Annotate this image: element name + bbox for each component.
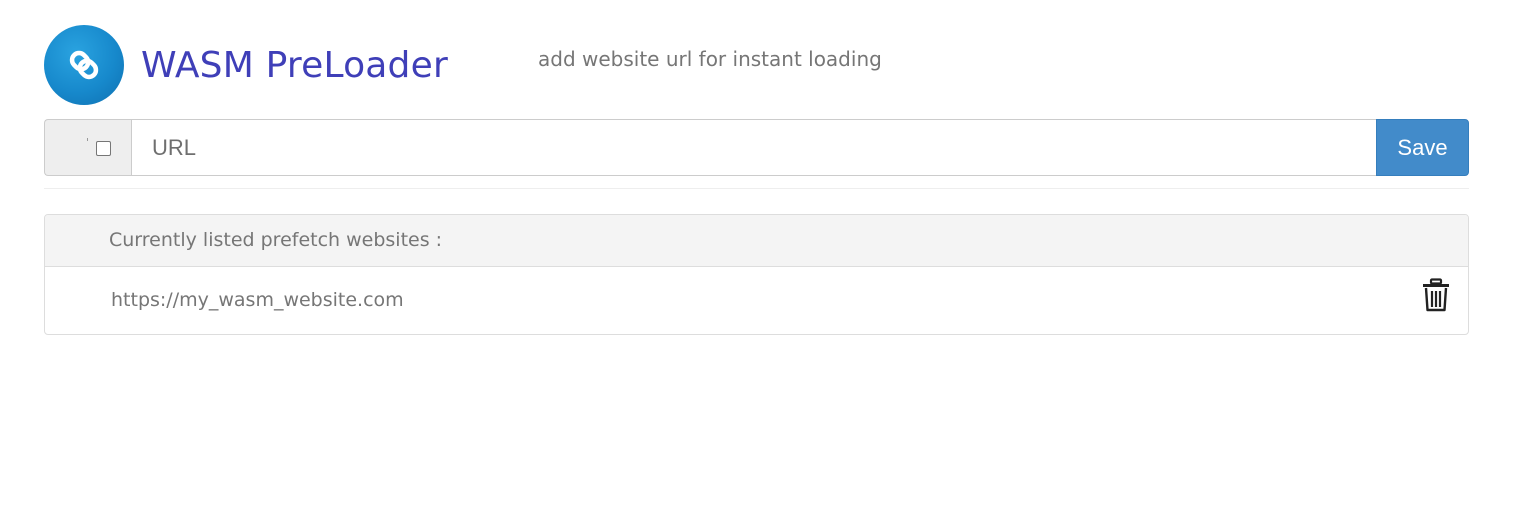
prefetch-url: https://my_wasm_website.com <box>111 289 404 311</box>
prefetch-panel: Currently listed prefetch websites : htt… <box>44 214 1469 335</box>
app-subtitle: add website url for instant loading <box>538 47 882 71</box>
save-button[interactable]: Save <box>1376 119 1469 176</box>
link-icon <box>44 25 124 105</box>
page: WASM PreLoader add website url for insta… <box>0 0 1533 513</box>
trash-icon[interactable] <box>1421 278 1451 312</box>
url-input-group: Save <box>44 119 1469 176</box>
addon-mark <box>87 138 88 141</box>
list-item: https://my_wasm_website.com <box>45 267 1468 334</box>
checkbox-addon <box>44 119 131 176</box>
enable-checkbox[interactable] <box>96 141 111 156</box>
panel-heading: Currently listed prefetch websites : <box>45 215 1468 267</box>
app-title: WASM PreLoader <box>141 44 448 86</box>
panel-heading-text: Currently listed prefetch websites : <box>109 229 443 251</box>
app-header: WASM PreLoader <box>44 25 448 105</box>
url-input[interactable] <box>131 119 1376 176</box>
divider <box>44 188 1469 189</box>
